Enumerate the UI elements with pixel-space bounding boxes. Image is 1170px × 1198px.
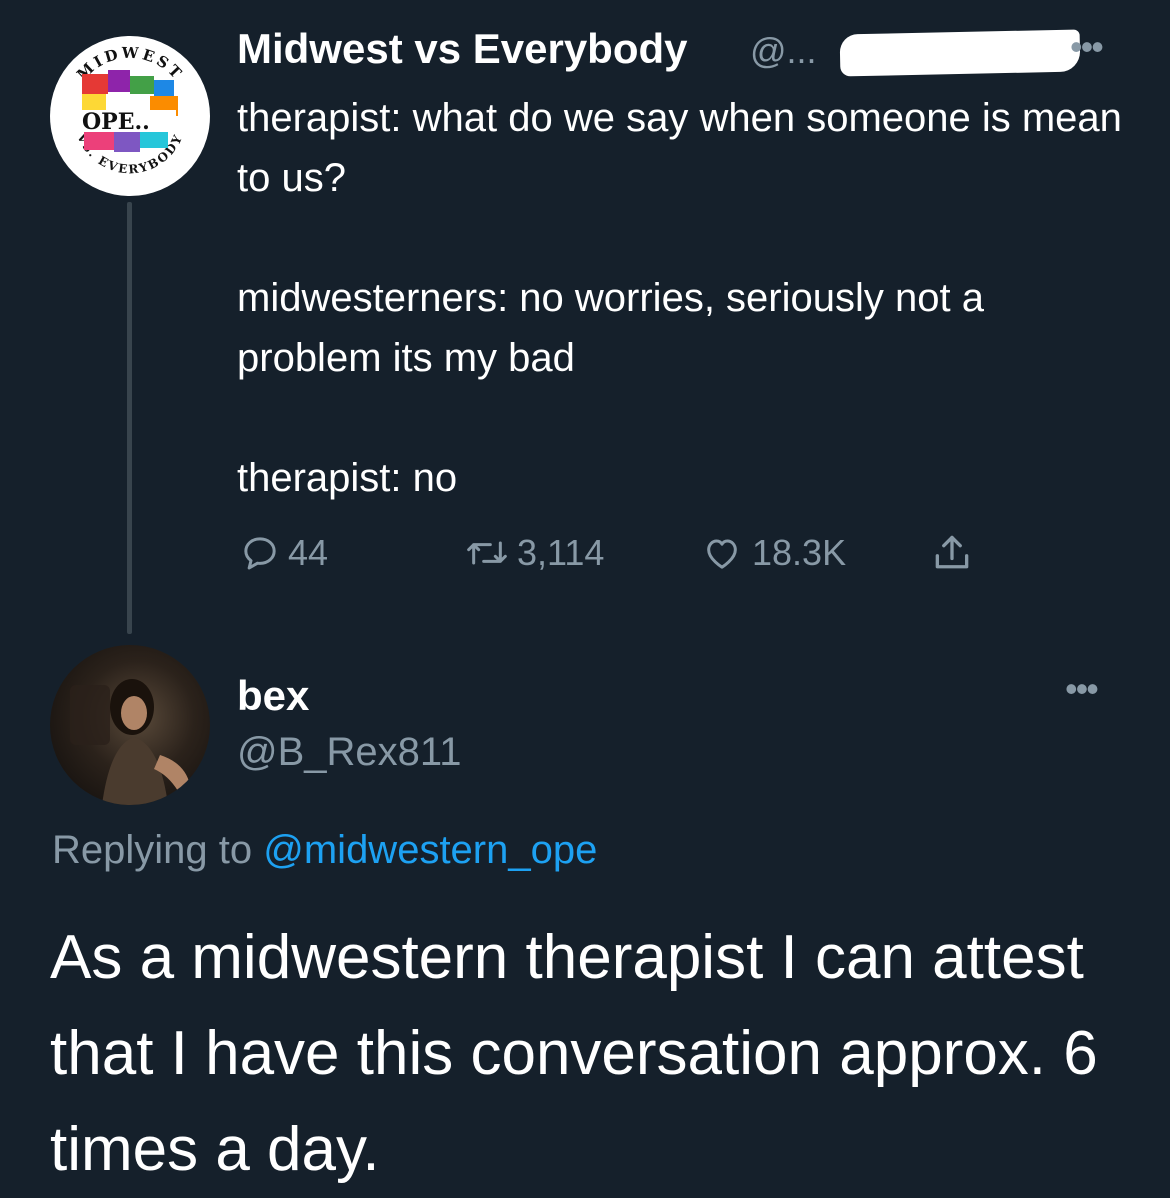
- like-button[interactable]: 18.3K: [700, 530, 846, 576]
- reply-button[interactable]: 44: [240, 530, 328, 576]
- retweet-button[interactable]: 3,114: [465, 530, 604, 576]
- profile-photo: [70, 679, 190, 805]
- avatar-midwest-vs-everybody[interactable]: MIDWEST VS. EVERYBODY OPE..: [50, 36, 210, 196]
- thread-line: [127, 202, 132, 634]
- more-icon[interactable]: •••: [1070, 26, 1104, 68]
- like-count: 18.3K: [752, 532, 847, 573]
- parent-tweet-text: therapist: what do we say when someone i…: [237, 88, 1137, 508]
- ope-logo: MIDWEST VS. EVERYBODY OPE..: [52, 38, 208, 194]
- replying-to: Replying to @midwestern_ope: [52, 828, 597, 873]
- share-button[interactable]: [930, 530, 982, 576]
- replying-prefix: Replying to: [52, 828, 253, 872]
- parent-display-name[interactable]: Midwest vs Everybody: [237, 25, 688, 73]
- replying-mention-link[interactable]: @midwestern_ope: [263, 828, 597, 872]
- tweet-line: midwesterners: no worries, seriously not…: [237, 276, 984, 380]
- logo-center-text: OPE..: [82, 109, 150, 135]
- redaction-mark: [839, 29, 1081, 77]
- reply-display-name[interactable]: bex: [237, 672, 309, 720]
- tweet-line: therapist: what do we say when someone i…: [237, 96, 1122, 200]
- retweet-icon: [467, 541, 507, 565]
- retweet-count: 3,114: [517, 532, 605, 573]
- like-icon: [707, 539, 737, 569]
- reply-icon: [244, 537, 276, 570]
- reply-count: 44: [288, 532, 329, 573]
- avatar-bex[interactable]: [50, 645, 210, 805]
- parent-handle[interactable]: @...: [750, 30, 817, 72]
- more-icon[interactable]: •••: [1065, 668, 1099, 710]
- reply-tweet-text: As a midwestern therapist I can attest t…: [50, 923, 1098, 1184]
- share-icon: [935, 535, 969, 569]
- reply-handle[interactable]: @B_Rex811: [237, 730, 461, 775]
- tweet-line: therapist: no: [237, 456, 458, 500]
